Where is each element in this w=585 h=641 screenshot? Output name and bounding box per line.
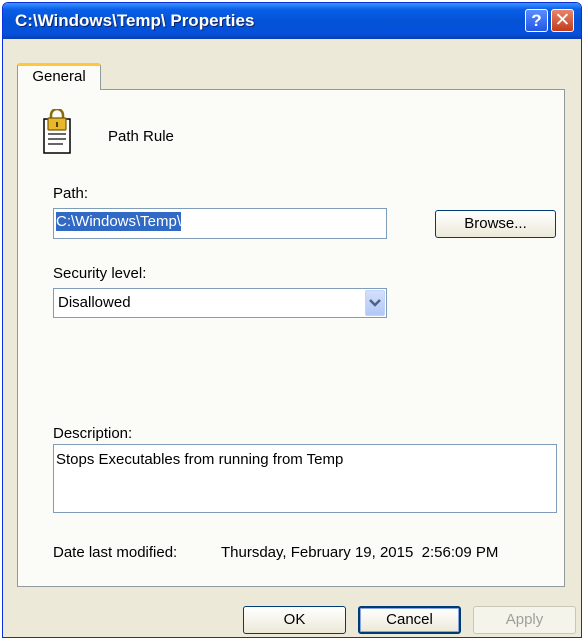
path-label: Path: (53, 185, 89, 202)
date-modified-value: Thursday, February 19, 2015 2:56:09 PM (221, 544, 499, 561)
cancel-button[interactable]: Cancel (358, 606, 461, 634)
description-field[interactable]: Stops Executables from running from Temp (53, 444, 557, 513)
tab-general[interactable]: General (17, 63, 101, 90)
chevron-down-icon (369, 299, 381, 307)
properties-dialog: C:\Windows\Temp\ Properties ? ✕ General … (2, 2, 582, 638)
window-title: C:\Windows\Temp\ Properties (15, 11, 255, 30)
date-modified-label: Date last modified: (53, 544, 178, 561)
document-lock-icon (43, 109, 71, 154)
title-bar[interactable]: C:\Windows\Temp\ Properties ? ✕ (3, 3, 581, 39)
security-level-label: Security level: (53, 265, 147, 282)
browse-button[interactable]: Browse... (435, 210, 556, 238)
description-value: Stops Executables from running from Temp (56, 451, 344, 468)
help-button[interactable]: ? (525, 9, 548, 32)
apply-button[interactable]: Apply (473, 606, 576, 634)
path-input[interactable]: C:\Windows\Temp\ (53, 208, 387, 239)
security-level-value: Disallowed (58, 294, 131, 311)
security-level-select[interactable]: Disallowed (53, 288, 387, 318)
description-label: Description: (53, 425, 133, 442)
path-value: C:\Windows\Temp\ (56, 212, 182, 231)
rule-type-label: Path Rule (108, 128, 174, 145)
close-button[interactable]: ✕ (551, 9, 574, 32)
ok-button[interactable]: OK (243, 606, 346, 634)
dropdown-arrow-button[interactable] (365, 290, 385, 316)
